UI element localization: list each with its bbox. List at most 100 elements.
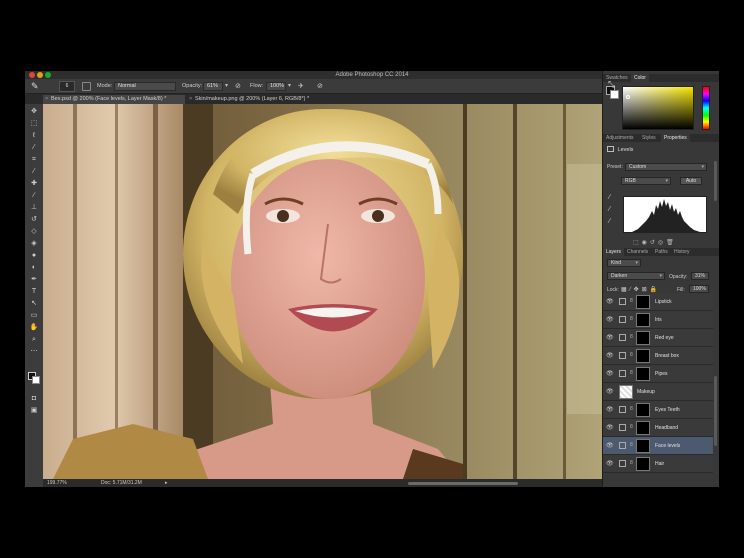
layer-pixel-thumbnail[interactable] <box>619 385 633 399</box>
quick-mask-icon[interactable]: ◘ <box>28 394 40 404</box>
white-point-eyedropper-icon[interactable]: ⁄ <box>609 218 610 225</box>
visibility-eye-icon[interactable]: 👁 <box>606 460 614 467</box>
healing-brush-tool-icon[interactable]: ✚ <box>28 179 40 189</box>
tab-skin-makeup[interactable]: × Skin/makeup.png @ 200% (Layer 6, RGB/8… <box>187 95 337 104</box>
channel-dropdown[interactable]: RGB ▾ <box>621 177 671 185</box>
layer-mask-thumbnail[interactable] <box>636 313 650 327</box>
mode-dropdown[interactable]: Normal <box>114 82 176 91</box>
color-picker-field[interactable] <box>622 86 694 130</box>
visibility-eye-icon[interactable]: 👁 <box>606 334 614 341</box>
opacity-chevron-icon[interactable]: ▾ <box>225 82 228 91</box>
move-tool-icon[interactable]: ✥ <box>28 107 40 117</box>
blur-tool-icon[interactable]: ● <box>28 251 40 261</box>
zoom-level[interactable]: 199.77% <box>47 479 67 487</box>
brush-tool-icon[interactable]: ∕ <box>28 191 40 201</box>
tab-styles[interactable]: Styles <box>639 134 659 142</box>
tab-properties[interactable]: Properties <box>661 134 690 142</box>
collapse-panels-icon[interactable]: ⤡ <box>608 79 615 90</box>
auto-button[interactable]: Auto <box>680 177 702 185</box>
eraser-tool-icon[interactable]: ◇ <box>28 227 40 237</box>
hand-tool-icon[interactable]: ✋ <box>28 323 40 333</box>
black-point-eyedropper-icon[interactable]: ⁄ <box>609 194 610 201</box>
layer-mask-thumbnail[interactable] <box>636 421 650 435</box>
clone-stamp-tool-icon[interactable]: ⊥ <box>28 203 40 213</box>
flow-chevron-icon[interactable]: ▾ <box>288 82 291 91</box>
layer-breast-box[interactable]: 👁 8 Breast box <box>603 347 713 365</box>
layer-mask-thumbnail[interactable] <box>636 367 650 381</box>
visibility-eye-icon[interactable]: 👁 <box>606 316 614 323</box>
visibility-eye-icon[interactable]: 👁 <box>606 298 614 305</box>
tab-color[interactable]: Color <box>631 74 649 82</box>
background-color-swatch[interactable] <box>32 376 40 384</box>
layer-mask-thumbnail[interactable] <box>636 349 650 363</box>
color-picker-cursor[interactable] <box>626 95 630 99</box>
blend-mode-dropdown[interactable]: Darken ▾ <box>607 272 665 280</box>
layer-mask-thumbnail[interactable] <box>636 331 650 345</box>
eyedropper-tool-icon[interactable]: ⁄ <box>28 167 40 177</box>
visibility-eye-icon[interactable]: 👁 <box>606 442 614 449</box>
brush-tool-preset-icon[interactable]: ✎ <box>31 82 45 91</box>
pressure-size-icon[interactable]: ⊘ <box>317 82 323 91</box>
close-tab-icon[interactable]: × <box>45 95 48 104</box>
link-icon[interactable]: 8 <box>630 352 633 358</box>
rectangle-tool-icon[interactable]: ▭ <box>28 311 40 321</box>
layer-red-eye[interactable]: 👁 8 Red eye <box>603 329 713 347</box>
tab-history[interactable]: History <box>671 248 693 256</box>
more-tools-icon[interactable]: ⋯ <box>28 347 40 357</box>
fill-field[interactable]: 100% <box>689 285 709 293</box>
tab-adjustments[interactable]: Adjustments <box>603 134 637 142</box>
panel-background-swatch[interactable] <box>610 90 619 99</box>
airbrush-icon[interactable]: ✈ <box>298 82 304 91</box>
layer-filter-dropdown[interactable]: Kind ▾ <box>607 259 641 267</box>
quick-select-tool-icon[interactable]: ⁄ <box>28 143 40 153</box>
layer-hair[interactable]: 👁 8 Hair <box>603 455 713 473</box>
layer-makeup[interactable]: 👁 Makeup <box>603 383 713 401</box>
layer-mask-thumbnail[interactable] <box>636 439 650 453</box>
layer-mask-thumbnail[interactable] <box>636 295 650 309</box>
visibility-eye-icon[interactable]: 👁 <box>606 370 614 377</box>
layer-lipstick[interactable]: 👁 8 Lipstick <box>603 293 713 311</box>
levels-histogram[interactable] <box>623 196 707 233</box>
visibility-eye-icon[interactable]: 👁 <box>606 406 614 413</box>
layer-pipes[interactable]: 👁 8 Pipes <box>603 365 713 383</box>
tab-bex-psd[interactable]: × Bex.psd @ 200% (Face levels, Layer Mas… <box>43 95 185 104</box>
gradient-tool-icon[interactable]: ◈ <box>28 239 40 249</box>
opacity-field[interactable]: 61% <box>203 82 223 91</box>
link-icon[interactable]: 8 <box>630 406 633 412</box>
layer-mask-thumbnail[interactable] <box>636 457 650 471</box>
layers-scrollbar[interactable] <box>714 376 717 446</box>
status-menu-icon[interactable]: ▸ <box>165 479 168 487</box>
dodge-tool-icon[interactable]: ◐ <box>28 263 40 273</box>
link-icon[interactable]: 8 <box>630 424 633 430</box>
tab-channels[interactable]: Channels <box>624 248 651 256</box>
document-canvas[interactable] <box>43 104 602 479</box>
link-icon[interactable]: 8 <box>630 334 633 340</box>
link-icon[interactable]: 8 <box>630 370 633 376</box>
properties-footer-icons[interactable]: ⬚◉↺◎🗑 <box>633 239 677 246</box>
close-tab-icon[interactable]: × <box>189 95 192 104</box>
tab-paths[interactable]: Paths <box>652 248 671 256</box>
screen-mode-icon[interactable]: ▣ <box>28 406 40 416</box>
path-selection-tool-icon[interactable]: ↖ <box>28 299 40 309</box>
preset-dropdown[interactable]: Custom ▾ <box>625 163 707 171</box>
marquee-tool-icon[interactable]: ⬚ <box>28 119 40 129</box>
tab-layers[interactable]: Layers <box>603 248 625 256</box>
type-tool-icon[interactable]: T <box>28 287 40 297</box>
lock-icons[interactable]: ▦⁄✥⊠🔒 <box>621 286 660 293</box>
lasso-tool-icon[interactable]: ℓ <box>28 131 40 141</box>
layer-eyes-teeth[interactable]: 👁 8 Eyes Teeth <box>603 401 713 419</box>
gray-point-eyedropper-icon[interactable]: ⁄ <box>609 206 610 213</box>
layer-face-levels[interactable]: 👁 8 Face levels <box>603 437 713 455</box>
properties-scrollbar[interactable] <box>714 161 717 201</box>
pen-tool-icon[interactable]: ✒ <box>28 275 40 285</box>
flow-field[interactable]: 100% <box>266 82 286 91</box>
brush-size-picker[interactable]: 6 <box>59 81 75 92</box>
link-icon[interactable]: 8 <box>630 460 633 466</box>
horizontal-scrollbar[interactable] <box>408 482 518 485</box>
layer-opacity-field[interactable]: 31% <box>691 272 709 280</box>
crop-tool-icon[interactable]: ⌗ <box>28 155 40 165</box>
link-icon[interactable]: 8 <box>630 298 633 304</box>
link-icon[interactable]: 8 <box>630 442 633 448</box>
brush-panel-icon[interactable] <box>82 82 91 91</box>
pressure-opacity-icon[interactable]: ⊘ <box>235 82 241 91</box>
